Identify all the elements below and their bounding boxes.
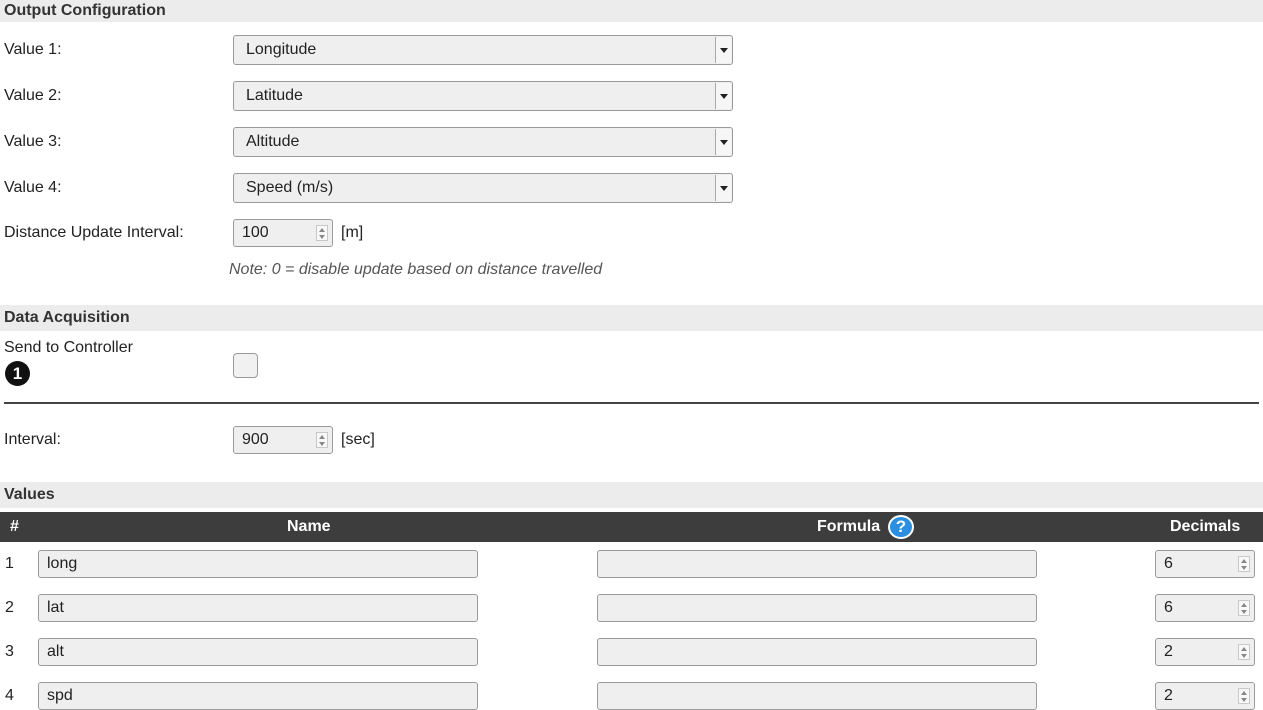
- values-table-header: # Name Formula ? Decimals: [0, 512, 1263, 542]
- chevron-down-icon[interactable]: [715, 37, 731, 63]
- interval-unit: [sec]: [341, 431, 375, 448]
- row-1-name: long: [47, 555, 78, 572]
- row-4-name: spd: [47, 687, 73, 704]
- info-number-icon: 1: [5, 361, 30, 386]
- device-settings-page: Output Configuration Value 1: Longitude …: [0, 0, 1263, 710]
- row-1-name-input[interactable]: long: [38, 550, 478, 578]
- row-4-name-input[interactable]: spd: [38, 682, 478, 710]
- value-2-selected: Latitude: [246, 87, 303, 104]
- data-acquisition-header: Data Acquisition: [0, 305, 1263, 331]
- value-3-select[interactable]: Altitude: [233, 127, 733, 157]
- row-1-number: 1: [5, 555, 14, 572]
- row-2-formula-input[interactable]: [597, 594, 1037, 622]
- row-4-decimals-input[interactable]: 2: [1155, 682, 1255, 710]
- value-3-selected: Altitude: [246, 133, 300, 150]
- value-1-selected: Longitude: [246, 41, 317, 58]
- distance-update-interval-label: Distance Update Interval:: [4, 224, 184, 241]
- value-1-select[interactable]: Longitude: [233, 35, 733, 65]
- row-4-decimals: 2: [1164, 687, 1173, 704]
- values-header: Values: [0, 482, 1263, 508]
- row-4-number: 4: [5, 687, 14, 704]
- col-formula-header: Formula: [817, 518, 881, 535]
- distance-unit: [m]: [341, 224, 364, 241]
- row-3-name: alt: [47, 643, 64, 660]
- spinner-arrows-icon[interactable]: [316, 225, 328, 241]
- col-num-header: #: [10, 518, 19, 535]
- value-4-label: Value 4:: [4, 179, 62, 196]
- spinner-arrows-icon[interactable]: [316, 432, 328, 448]
- row-4-formula-input[interactable]: [597, 682, 1037, 710]
- col-name-header: Name: [287, 518, 331, 535]
- value-4-selected: Speed (m/s): [246, 179, 334, 196]
- value-1-label: Value 1:: [4, 41, 62, 58]
- value-3-label: Value 3:: [4, 133, 62, 150]
- send-to-controller-label: Send to Controller: [4, 339, 133, 356]
- divider: [4, 402, 1259, 404]
- distance-update-interval-input[interactable]: 100: [233, 219, 333, 247]
- interval-input[interactable]: 900: [233, 426, 333, 454]
- output-configuration-header: Output Configuration: [0, 0, 1263, 22]
- chevron-down-icon[interactable]: [715, 175, 731, 201]
- row-1-decimals: 6: [1164, 555, 1173, 572]
- row-3-decimals: 2: [1164, 643, 1173, 660]
- spinner-arrows-icon[interactable]: [1238, 688, 1250, 704]
- distance-note: Note: 0 = disable update based on distan…: [229, 261, 603, 278]
- spinner-arrows-icon[interactable]: [1238, 600, 1250, 616]
- row-3-number: 3: [5, 643, 14, 660]
- spinner-arrows-icon[interactable]: [1238, 644, 1250, 660]
- row-3-decimals-input[interactable]: 2: [1155, 638, 1255, 666]
- value-2-label: Value 2:: [4, 87, 62, 104]
- value-4-select[interactable]: Speed (m/s): [233, 173, 733, 203]
- question-circle-icon[interactable]: ?: [888, 515, 914, 539]
- row-2-decimals-input[interactable]: 6: [1155, 594, 1255, 622]
- distance-value: 100: [242, 224, 269, 241]
- row-3-formula-input[interactable]: [597, 638, 1037, 666]
- row-1-formula-input[interactable]: [597, 550, 1037, 578]
- row-2-number: 2: [5, 599, 14, 616]
- row-1-decimals-input[interactable]: 6: [1155, 550, 1255, 578]
- chevron-down-icon[interactable]: [715, 129, 731, 155]
- row-2-decimals: 6: [1164, 599, 1173, 616]
- row-3-name-input[interactable]: alt: [38, 638, 478, 666]
- row-2-name-input[interactable]: lat: [38, 594, 478, 622]
- chevron-down-icon[interactable]: [715, 83, 731, 109]
- interval-label: Interval:: [4, 431, 61, 448]
- send-to-controller-checkbox[interactable]: [233, 353, 258, 378]
- spinner-arrows-icon[interactable]: [1238, 556, 1250, 572]
- interval-value: 900: [242, 431, 269, 448]
- col-decimals-header: Decimals: [1170, 518, 1241, 535]
- row-2-name: lat: [47, 599, 64, 616]
- value-2-select[interactable]: Latitude: [233, 81, 733, 111]
